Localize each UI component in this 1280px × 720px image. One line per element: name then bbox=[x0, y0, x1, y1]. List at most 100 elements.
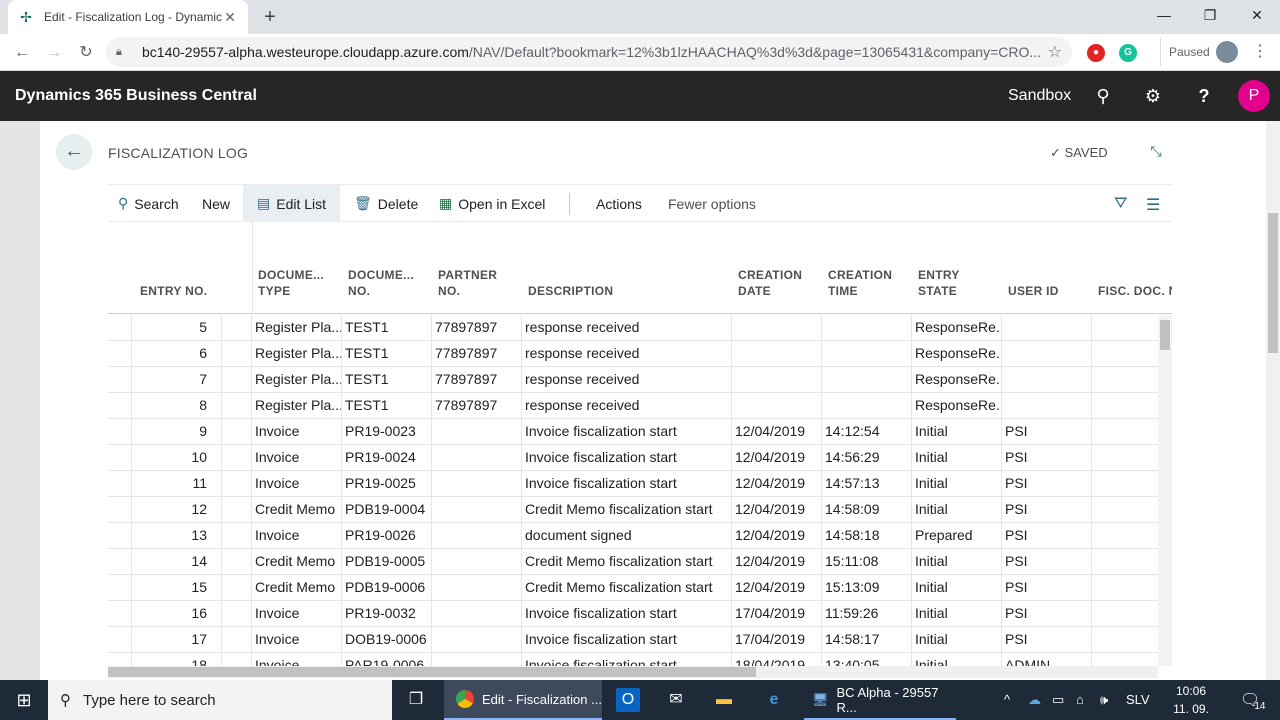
cell-document-type[interactable]: Register Pla... bbox=[252, 393, 342, 418]
cell-document-type[interactable]: Register Pla... bbox=[252, 315, 342, 340]
help-icon[interactable]: ? bbox=[1192, 84, 1216, 108]
cell-description[interactable]: response received bbox=[522, 393, 732, 418]
cell-creation-date[interactable]: 12/04/2019 bbox=[732, 549, 822, 574]
cell-creation-date[interactable]: 12/04/2019 bbox=[732, 419, 822, 444]
profile-button[interactable]: Paused bbox=[1160, 38, 1242, 66]
col-partner-no[interactable]: PARTNER NO. bbox=[438, 267, 497, 299]
table-row[interactable]: 17 Invoice DOB19-0006 Invoice fiscalization… bbox=[108, 627, 1158, 653]
col-fisc-doc-no[interactable]: FISC. DOC. N bbox=[1098, 283, 1172, 299]
cell-entry-no[interactable]: 8 bbox=[132, 393, 222, 418]
cell-entry-no[interactable]: 17 bbox=[132, 627, 222, 652]
cell-partner-no[interactable] bbox=[432, 523, 522, 548]
cell-creation-time[interactable] bbox=[822, 315, 912, 340]
cell-user-id[interactable]: PSI bbox=[1002, 523, 1092, 548]
onedrive-icon[interactable]: ☁ bbox=[1028, 680, 1041, 720]
col-entry-no[interactable]: ENTRY NO. bbox=[140, 283, 207, 299]
cell-document-type[interactable]: Credit Memo bbox=[252, 575, 342, 600]
table-row[interactable]: 11 Invoice PR19-0025 Invoice fiscalization … bbox=[108, 471, 1158, 497]
edge-icon[interactable]: e bbox=[762, 688, 786, 712]
cell-user-id[interactable] bbox=[1002, 315, 1092, 340]
cell-description[interactable]: Credit Memo fiscalization start bbox=[522, 575, 732, 600]
cell-entry-no[interactable]: 6 bbox=[132, 341, 222, 366]
col-creation-date[interactable]: CREATION DATE bbox=[738, 267, 802, 299]
cell-entry-state[interactable]: ResponseRe... bbox=[912, 393, 1002, 418]
taskbar-rdp-item[interactable]: 🖥︎ BC Alpha - 29557 R... bbox=[808, 680, 956, 720]
table-row[interactable]: 10 Invoice PR19-0024 Invoice fiscalization … bbox=[108, 445, 1158, 471]
cell-user-id[interactable] bbox=[1002, 393, 1092, 418]
cell-partner-no[interactable]: 77897897 bbox=[432, 393, 522, 418]
cell-description[interactable]: response received bbox=[522, 367, 732, 392]
cell-description[interactable]: Invoice fiscalization start bbox=[522, 653, 732, 666]
new-button[interactable]: New bbox=[202, 185, 230, 222]
grid-vertical-scrollbar[interactable] bbox=[1158, 315, 1172, 666]
reload-icon[interactable]: ↻ bbox=[72, 39, 100, 67]
cell-partner-no[interactable] bbox=[432, 601, 522, 626]
back-arrow-icon[interactable]: ← bbox=[8, 39, 36, 67]
edit-list-button[interactable]: ▤ Edit List bbox=[243, 185, 341, 222]
cell-partner-no[interactable]: 77897897 bbox=[432, 367, 522, 392]
cell-user-id[interactable]: ADMIN bbox=[1002, 653, 1092, 666]
cell-description[interactable]: document signed bbox=[522, 523, 732, 548]
table-row[interactable]: 9 Invoice PR19-0023 Invoice fiscalization s… bbox=[108, 419, 1158, 445]
col-creation-time[interactable]: CREATION TIME bbox=[828, 267, 892, 299]
cell-document-no[interactable]: PDB19-0005 bbox=[342, 549, 432, 574]
cell-entry-state[interactable]: Initial bbox=[912, 549, 1002, 574]
list-view-icon[interactable]: ☰ bbox=[1146, 195, 1160, 215]
cell-user-id[interactable]: PSI bbox=[1002, 445, 1092, 470]
tab-close-icon[interactable]: ✕ bbox=[222, 9, 238, 26]
actions-menu-button[interactable]: Actions bbox=[596, 185, 642, 222]
cell-creation-time[interactable] bbox=[822, 367, 912, 392]
cell-creation-date[interactable]: 12/04/2019 bbox=[732, 471, 822, 496]
table-row[interactable]: 5 Register Pla... TEST1 77897897 response re… bbox=[108, 315, 1158, 341]
cell-creation-date[interactable]: 12/04/2019 bbox=[732, 575, 822, 600]
network-icon[interactable]: ⌂ bbox=[1076, 680, 1084, 720]
cell-document-type[interactable]: Invoice bbox=[252, 601, 342, 626]
cell-partner-no[interactable] bbox=[432, 445, 522, 470]
table-row[interactable]: 14 Credit Memo PDB19-0005 Credit Memo fisca… bbox=[108, 549, 1158, 575]
table-row[interactable]: 7 Register Pla... TEST1 77897897 response re… bbox=[108, 367, 1158, 393]
cell-creation-date[interactable] bbox=[732, 315, 822, 340]
cell-creation-time[interactable]: 14:58:18 bbox=[822, 523, 912, 548]
cell-partner-no[interactable] bbox=[432, 471, 522, 496]
cell-creation-time[interactable]: 15:13:09 bbox=[822, 575, 912, 600]
file-explorer-icon[interactable]: ▬ bbox=[712, 688, 736, 712]
cell-entry-state[interactable]: Initial bbox=[912, 445, 1002, 470]
taskbar-chrome-item[interactable]: Edit - Fiscalization ... bbox=[444, 680, 602, 720]
input-language[interactable]: SLV bbox=[1126, 680, 1150, 720]
table-row[interactable]: 13 Invoice PR19-0026 document signed 12/04/2… bbox=[108, 523, 1158, 549]
cell-entry-no[interactable]: 16 bbox=[132, 601, 222, 626]
cell-document-type[interactable]: Invoice bbox=[252, 523, 342, 548]
cell-partner-no[interactable] bbox=[432, 653, 522, 666]
table-row[interactable]: 12 Credit Memo PDB19-0004 Credit Memo fisca… bbox=[108, 497, 1158, 523]
window-close-icon[interactable]: ✕ bbox=[1234, 0, 1280, 30]
table-row[interactable]: 16 Invoice PR19-0032 Invoice fiscalization … bbox=[108, 601, 1158, 627]
grid-horizontal-scroll-thumb[interactable] bbox=[108, 667, 756, 677]
cell-entry-no[interactable]: 10 bbox=[132, 445, 222, 470]
cell-creation-time[interactable]: 14:58:17 bbox=[822, 627, 912, 652]
cell-document-no[interactable]: TEST1 bbox=[342, 367, 432, 392]
tray-chevron-icon[interactable]: ^ bbox=[1004, 680, 1010, 720]
cell-entry-state[interactable]: ResponseRe... bbox=[912, 341, 1002, 366]
cell-user-id[interactable]: PSI bbox=[1002, 471, 1092, 496]
cell-entry-state[interactable]: Initial bbox=[912, 419, 1002, 444]
cell-description[interactable]: Credit Memo fiscalization start bbox=[522, 549, 732, 574]
filter-icon[interactable]: ⛛ bbox=[1114, 195, 1127, 213]
col-document-no[interactable]: DOCUME... NO. bbox=[348, 267, 414, 299]
cell-entry-no[interactable]: 18 bbox=[132, 653, 222, 666]
cell-entry-state[interactable]: Initial bbox=[912, 601, 1002, 626]
cell-description[interactable]: Invoice fiscalization start bbox=[522, 445, 732, 470]
search-icon[interactable]: ⚲ bbox=[1091, 84, 1115, 108]
cell-partner-no[interactable] bbox=[432, 575, 522, 600]
cell-document-type[interactable]: Credit Memo bbox=[252, 497, 342, 522]
cell-document-type[interactable]: Credit Memo bbox=[252, 549, 342, 574]
cell-entry-state[interactable]: Initial bbox=[912, 575, 1002, 600]
cell-partner-no[interactable] bbox=[432, 549, 522, 574]
cell-creation-time[interactable]: 13:40:05 bbox=[822, 653, 912, 666]
cell-partner-no[interactable]: 77897897 bbox=[432, 315, 522, 340]
browser-menu-icon[interactable]: ⋮ bbox=[1252, 42, 1268, 62]
page-vertical-scrollbar[interactable] bbox=[1266, 121, 1280, 680]
cell-creation-time[interactable] bbox=[822, 341, 912, 366]
cell-creation-time[interactable]: 11:59:26 bbox=[822, 601, 912, 626]
minimize-icon[interactable]: — bbox=[1141, 0, 1187, 30]
cell-document-no[interactable]: TEST1 bbox=[342, 341, 432, 366]
